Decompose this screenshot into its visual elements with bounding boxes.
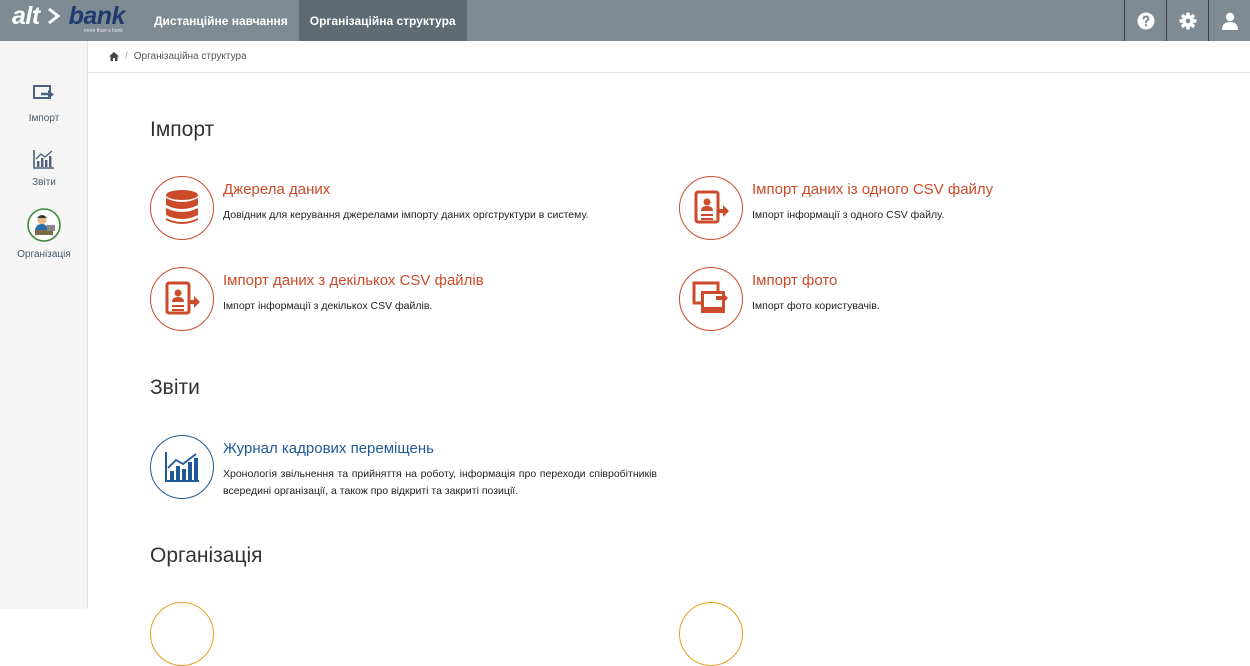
breadcrumb-current: Організаційна структура <box>133 51 247 62</box>
card-icon-circle-partial[interactable] <box>679 602 743 666</box>
top-navigation: Дистанційне навчання Організаційна струк… <box>143 0 467 41</box>
card-description: Хронологія звільнення та прийняття на ро… <box>223 468 657 497</box>
card-title: Імпорт даних із одного CSV файлу <box>752 181 994 198</box>
card-import-single-csv[interactable]: Імпорт даних із одного CSV файлу Імпорт … <box>679 176 1189 246</box>
sidebar-item-label: Організація <box>17 249 71 260</box>
help-button[interactable] <box>1124 0 1166 41</box>
card-description: Імпорт фото користувачів. <box>752 300 880 312</box>
sidebar-item-organization[interactable]: Організація <box>0 208 88 260</box>
logo-arrow-icon <box>48 7 61 25</box>
database-icon <box>166 190 198 224</box>
sidebar-item-label: Звіти <box>32 177 56 188</box>
altbank-logo[interactable]: alt bank more than a bank <box>12 2 142 38</box>
card-description: Імпорт інформації з одного CSV файлу. <box>752 209 945 221</box>
card-personnel-movements-log[interactable]: Журнал кадрових переміщень Хронологія зв… <box>150 435 670 515</box>
card-icon-circle-partial[interactable] <box>150 602 214 666</box>
card-description: Імпорт інформації з декількох CSV файлів… <box>223 300 433 312</box>
user-button[interactable] <box>1208 0 1250 41</box>
section-title-organization: Організація <box>150 544 263 567</box>
card-import-multiple-csv[interactable]: Імпорт даних з декількох CSV файлів Імпо… <box>150 267 660 337</box>
card-title: Імпорт даних з декількох CSV файлів <box>223 272 484 289</box>
top-icons <box>1124 0 1250 41</box>
card-data-sources[interactable]: Джерела даних Довідник для керування дже… <box>150 176 660 246</box>
settings-button[interactable] <box>1166 0 1208 41</box>
logo-text-left: alt <box>12 2 40 30</box>
top-bar: alt bank more than a bank Дистанційне на… <box>0 0 1250 41</box>
section-title-import: Імпорт <box>150 118 215 141</box>
logo-text-right: bank <box>68 2 126 30</box>
photo-import-icon <box>692 281 728 313</box>
breadcrumb-separator: / <box>125 51 128 62</box>
settings-gear-icon <box>1178 11 1197 30</box>
section-title-reports: Звіти <box>150 376 200 399</box>
reports-chart-icon <box>33 150 54 169</box>
help-icon <box>1137 12 1154 29</box>
home-icon[interactable] <box>109 52 119 61</box>
tab-org-structure[interactable]: Організаційна структура <box>298 0 467 41</box>
user-icon <box>1221 12 1238 30</box>
csv-files-import-icon <box>165 281 200 315</box>
card-import-photo[interactable]: Імпорт фото Імпорт фото користувачів. <box>679 267 1189 337</box>
import-icon <box>33 85 54 99</box>
breadcrumb: / Організаційна структура <box>88 41 1250 73</box>
card-title: Джерела даних <box>223 181 331 198</box>
sidebar-item-reports[interactable]: Звіти <box>0 148 88 188</box>
card-description: Довідник для керування джерелами імпорту… <box>223 209 589 221</box>
card-title: Імпорт фото <box>752 272 838 289</box>
csv-file-import-icon <box>694 190 729 224</box>
sidebar-item-label: Імпорт <box>28 113 60 124</box>
report-chart-icon <box>165 452 199 482</box>
logo-tagline: more than a bank <box>84 28 123 34</box>
organization-person-icon <box>27 208 61 242</box>
tab-distance-learning[interactable]: Дистанційне навчання <box>143 0 299 41</box>
card-title: Журнал кадрових переміщень <box>223 440 434 457</box>
sidebar: Імпорт Звіти Організація <box>0 41 88 609</box>
sidebar-item-import[interactable]: Імпорт <box>0 84 88 124</box>
